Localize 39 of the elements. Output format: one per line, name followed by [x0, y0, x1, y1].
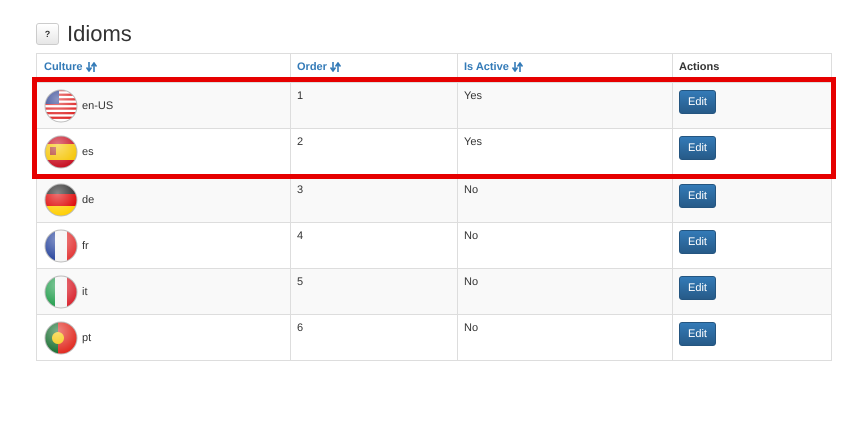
edit-button[interactable]: Edit [679, 184, 716, 208]
active-text: Yes [464, 89, 482, 103]
column-header[interactable]: Order [297, 61, 327, 73]
active-text: Yes [464, 135, 482, 149]
culture-text: de [82, 192, 94, 206]
help-button[interactable]: ? [36, 23, 59, 45]
culture-text: fr [82, 238, 89, 252]
flag-icon [44, 182, 78, 216]
flag-icon [44, 134, 78, 168]
page-title: Idioms [67, 21, 132, 47]
order-text: 3 [297, 183, 304, 197]
flag-icon [44, 320, 78, 354]
order-text: 1 [297, 89, 304, 103]
flag-icon [44, 88, 78, 122]
edit-button[interactable]: Edit [679, 136, 716, 160]
edit-button[interactable]: Edit [679, 230, 716, 254]
sort-icon[interactable] [86, 62, 96, 72]
flag-icon [44, 228, 78, 262]
culture-text: pt [82, 330, 92, 344]
order-text: 6 [297, 321, 304, 335]
order-text: 5 [297, 275, 304, 289]
active-text: No [464, 321, 478, 335]
column-header: Actions [679, 61, 720, 73]
active-text: No [464, 275, 478, 289]
column-header[interactable]: Culture [44, 61, 82, 73]
sort-icon[interactable] [330, 62, 341, 72]
culture-text: es [82, 144, 94, 158]
order-text: 4 [297, 229, 304, 243]
edit-button[interactable]: Edit [679, 90, 716, 114]
order-text: 2 [297, 135, 304, 149]
column-header[interactable]: Is Active [464, 61, 509, 73]
culture-text: it [82, 284, 88, 298]
edit-button[interactable]: Edit [679, 276, 716, 300]
flag-icon [44, 274, 78, 308]
active-text: No [464, 183, 478, 197]
edit-button[interactable]: Edit [679, 322, 716, 346]
active-text: No [464, 229, 478, 243]
culture-text: en-US [82, 98, 114, 112]
sort-icon[interactable] [512, 62, 523, 72]
